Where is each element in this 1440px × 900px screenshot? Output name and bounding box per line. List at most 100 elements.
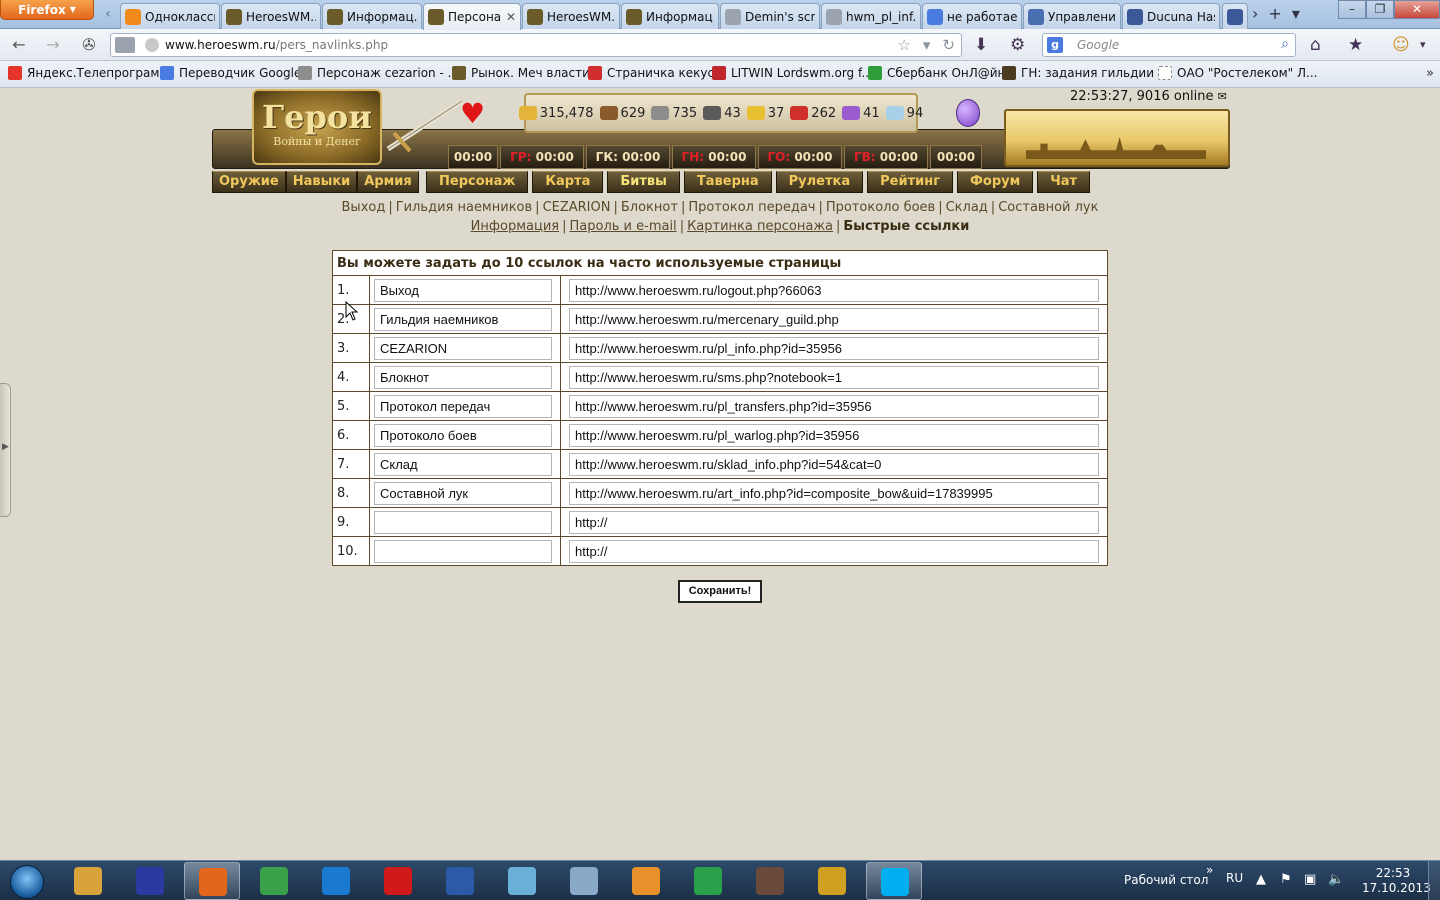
tab-9[interactable]: не работае... <box>922 3 1022 29</box>
tab-12[interactable]: F <box>1222 3 1248 29</box>
reload-icon[interactable]: ↻ <box>942 36 955 54</box>
tab-4[interactable]: Персона... ✕ <box>423 3 521 30</box>
link-url-input[interactable]: http://www.heroeswm.ru/logout.php?66063 <box>569 278 1099 302</box>
quick-link[interactable]: Составной лук <box>998 200 1098 215</box>
link-name-input[interactable] <box>374 539 552 563</box>
tab-5[interactable]: HeroesWM.... <box>522 3 620 29</box>
search-bar[interactable]: g Google ⌕ <box>1042 33 1296 57</box>
link-url-input[interactable]: http:// <box>569 539 1099 563</box>
tab-1[interactable]: Одноклассн... <box>120 3 220 29</box>
history-dropdown-icon[interactable]: ▾ <box>923 36 931 54</box>
maximize-icon[interactable]: ❐ <box>1366 0 1394 19</box>
link-name-input[interactable]: Протоколо боев <box>374 423 552 447</box>
menu-left-item[interactable]: Оружие <box>212 171 286 193</box>
link-url-input[interactable]: http://www.heroeswm.ru/art_info.php?id=c… <box>569 481 1099 505</box>
taskbar-app-notepad[interactable] <box>494 862 550 900</box>
link-url-input[interactable]: http://www.heroeswm.ru/pl_warlog.php?id=… <box>569 423 1099 447</box>
link-name-input[interactable]: Блокнот <box>374 365 552 389</box>
tools-icon[interactable]: ✇ <box>76 34 102 56</box>
link-url-input[interactable]: http:// <box>569 510 1099 534</box>
tab-7[interactable]: Demin's scri... <box>720 3 820 29</box>
firefox-menu-button[interactable]: Firefox ▼ <box>0 0 94 20</box>
tab-8[interactable]: hwm_pl_inf... <box>821 3 921 29</box>
taskbar-app-chess[interactable] <box>804 862 860 900</box>
tab-10[interactable]: Управлени... <box>1023 3 1121 29</box>
desktop-toolbar-label[interactable]: Рабочий стол <box>1124 873 1208 887</box>
taskbar-app-book[interactable] <box>680 862 736 900</box>
bookmark-star-icon[interactable]: ☆ <box>897 36 910 54</box>
menu-item[interactable]: Форум <box>957 171 1034 193</box>
back-icon[interactable]: ← <box>6 34 32 56</box>
link-url-input[interactable]: http://www.heroeswm.ru/sms.php?notebook=… <box>569 365 1099 389</box>
tab-scroll-left-icon[interactable]: ‹ <box>98 6 118 24</box>
menu-item[interactable]: Рулетка <box>775 171 864 193</box>
link-name-input[interactable] <box>374 510 552 534</box>
volume-icon[interactable]: 🔈 <box>1328 872 1344 887</box>
google-icon[interactable]: g <box>1047 37 1063 53</box>
start-button[interactable] <box>2 862 52 900</box>
mana-orb-icon[interactable] <box>956 99 980 127</box>
taskbar-app-chrome[interactable] <box>246 862 302 900</box>
bookmark-item[interactable]: Персонаж cezarion - ... <box>298 66 459 80</box>
quick-link[interactable]: Блокнот <box>621 200 678 215</box>
taskbar-app-calculator[interactable] <box>556 862 612 900</box>
site-identity-icon[interactable] <box>115 37 135 53</box>
close-window-icon[interactable]: ✕ <box>1394 0 1440 19</box>
quick-link[interactable]: Протоколо боев <box>826 200 935 215</box>
health-heart-icon[interactable]: ♥ <box>460 97 485 130</box>
tab-6[interactable]: Информац... <box>621 3 719 29</box>
quick-link[interactable]: Протокол передач <box>688 200 815 215</box>
taskbar-app-floppy[interactable] <box>122 862 178 900</box>
bookmark-item[interactable]: Рынок. Меч власти. <box>452 66 594 80</box>
tab-list-icon[interactable]: ▾ <box>1292 4 1300 23</box>
toolbar-expand-icon[interactable]: » <box>1206 863 1213 877</box>
menu-item[interactable]: Персонаж <box>426 171 529 193</box>
taskbar-app-game[interactable] <box>742 862 798 900</box>
link-name-input[interactable]: Гильдия наемников <box>374 307 552 331</box>
taskbar-app-skype[interactable] <box>866 862 922 900</box>
clock[interactable]: 22:53 17.10.2013 <box>1362 866 1431 896</box>
sub-nav-link[interactable]: Пароль и e-mail <box>570 219 677 234</box>
menu-item[interactable]: Рейтинг <box>867 171 954 193</box>
bookmark-item[interactable]: LITWIN Lordswm.org f... <box>712 66 873 80</box>
menu-item[interactable]: Битвы <box>607 171 680 193</box>
taskbar-app-maxthon[interactable] <box>308 862 364 900</box>
quick-link[interactable]: Гильдия наемников <box>396 200 532 215</box>
forward-icon[interactable]: → <box>40 34 66 56</box>
taskbar-app-media[interactable] <box>618 862 674 900</box>
bookmark-item[interactable]: Яндекс.Телепрограм... <box>8 66 171 80</box>
link-name-input[interactable]: Склад <box>374 452 552 476</box>
taskbar-app-opera[interactable] <box>370 862 426 900</box>
quick-link[interactable]: Склад <box>946 200 988 215</box>
bookmark-item[interactable]: ОАО "Ростелеком" Л... <box>1158 66 1317 80</box>
menu-item[interactable]: Карта <box>532 171 604 193</box>
tray-expand-icon[interactable]: ▲ <box>1256 872 1266 887</box>
show-desktop-button[interactable] <box>1428 861 1440 900</box>
bookmarks-menu-icon[interactable]: ★ <box>1348 35 1363 55</box>
search-icon[interactable]: ⌕ <box>1281 36 1289 52</box>
url-bar[interactable]: www.heroeswm.ru/pers_navlinks.php ☆ ▾ ↻ <box>110 33 962 57</box>
quick-link[interactable]: CEZARION <box>543 200 611 215</box>
overflow-menu-icon[interactable]: ▾ <box>1420 38 1426 51</box>
tab-2[interactable]: HeroesWM.... <box>221 3 321 29</box>
bookmark-item[interactable]: Сбербанк ОнЛ@йн <box>868 66 1005 80</box>
download-icon[interactable]: ⬇ <box>974 35 988 55</box>
link-url-input[interactable]: http://www.heroeswm.ru/sklad_info.php?id… <box>569 452 1099 476</box>
bookmark-item[interactable]: Переводчик Google <box>160 66 301 80</box>
game-logo[interactable]: Герои Войны и Денег <box>252 89 382 165</box>
bookmarks-overflow-icon[interactable]: » <box>1426 66 1434 81</box>
home-icon[interactable]: ⌂ <box>1310 35 1321 55</box>
tab-3[interactable]: Информац... <box>322 3 422 29</box>
tab-scroll-right-icon[interactable]: › <box>1252 4 1258 23</box>
menu-item[interactable]: Чат <box>1037 171 1091 193</box>
url-text[interactable]: www.heroeswm.ru/pers_navlinks.php <box>165 38 388 52</box>
menu-left-item[interactable]: Армия <box>357 171 419 193</box>
link-name-input[interactable]: CEZARION <box>374 336 552 360</box>
link-url-input[interactable]: http://www.heroeswm.ru/pl_transfers.php?… <box>569 394 1099 418</box>
sub-nav-link[interactable]: Информация <box>471 219 559 234</box>
minimize-icon[interactable]: – <box>1338 0 1366 19</box>
taskbar-app-explorer[interactable] <box>60 862 116 900</box>
taskbar-app-word[interactable] <box>432 862 488 900</box>
tab-11[interactable]: Ducuna Hash <box>1122 3 1220 29</box>
link-name-input[interactable]: Составной лук <box>374 481 552 505</box>
